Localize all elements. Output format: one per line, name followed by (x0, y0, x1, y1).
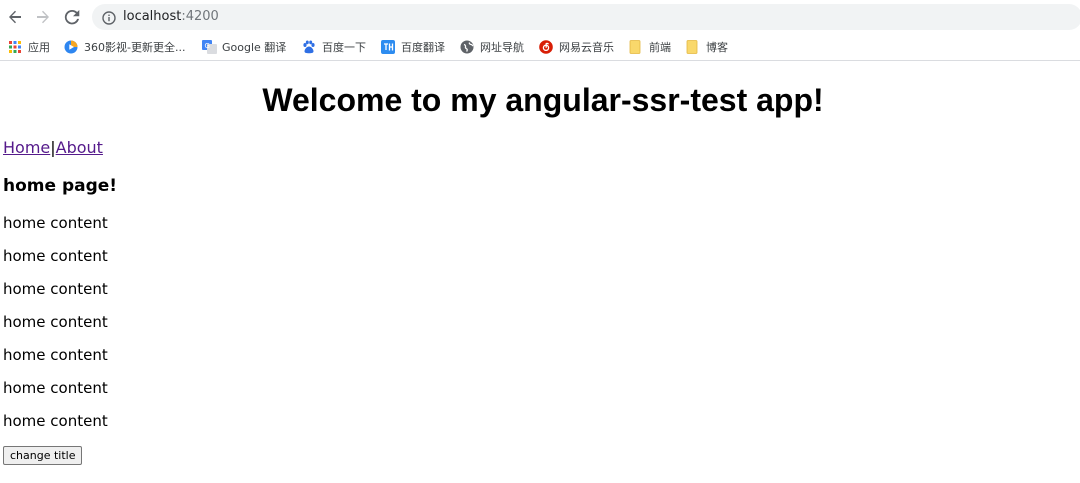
url-text[interactable]: localhost:4200 (123, 8, 219, 26)
content-line: home content (3, 313, 108, 331)
change-title-button[interactable]: change title (3, 446, 83, 465)
content-line: home content (3, 280, 108, 298)
bookmark-google-translate[interactable]: G Google 翻译 (202, 37, 286, 57)
nav-link-about[interactable]: About (56, 138, 103, 157)
content-line: home content (3, 247, 108, 265)
back-arrow-icon[interactable] (4, 6, 26, 28)
bookmark-label: 应用 (28, 41, 50, 54)
bookmark-netease-music[interactable]: 网易云音乐 (539, 37, 614, 57)
bookmark-folder-frontend[interactable]: 前端 (629, 37, 671, 57)
bookmarks-bar: 应用 360影视-更新更全... G Google 翻译 百度一下 百度翻译 网… (0, 33, 1080, 61)
content-line: home content (3, 412, 108, 430)
folder-icon (686, 40, 700, 54)
bookmark-360-video[interactable]: 360影视-更新更全... (64, 37, 185, 57)
apps-grid-icon (8, 40, 22, 54)
page-heading: home page! (3, 176, 118, 196)
page-title: Welcome to my angular-ssr-test app! (262, 82, 824, 118)
url-port: :4200 (181, 9, 219, 24)
content-line: home content (3, 379, 108, 397)
address-bar[interactable]: localhost:4200 (92, 4, 1080, 30)
globe-icon (460, 40, 474, 54)
info-icon[interactable] (102, 10, 116, 25)
forward-arrow-icon[interactable] (32, 6, 54, 28)
content-line: home content (3, 214, 108, 232)
bookmark-label: 博客 (706, 41, 728, 54)
reload-icon[interactable] (61, 6, 83, 28)
browser-toolbar: localhost:4200 (0, 0, 1080, 33)
bookmark-label: 网易云音乐 (559, 41, 614, 54)
folder-icon (629, 40, 643, 54)
bookmark-label: 网址导航 (480, 41, 524, 54)
bookmark-label: Google 翻译 (222, 41, 287, 54)
video-play-icon (64, 40, 78, 54)
app-nav: Home|About (3, 137, 103, 159)
bookmark-label: 百度翻译 (401, 41, 445, 54)
bookmark-label: 360影视-更新更全... (84, 41, 186, 54)
url-host: localhost (123, 9, 182, 24)
bookmark-apps[interactable]: 应用 (8, 37, 50, 57)
page-content: Welcome to my angular-ssr-test app! Home… (0, 62, 1080, 483)
nav-link-home[interactable]: Home (3, 138, 50, 157)
bookmark-baidu[interactable]: 百度一下 (302, 37, 366, 57)
google-translate-icon: G (202, 40, 217, 54)
baidu-translate-icon (381, 40, 395, 54)
bookmark-web-navigation[interactable]: 网址导航 (460, 37, 524, 57)
netease-music-icon (539, 40, 553, 54)
bookmark-label: 前端 (649, 41, 671, 54)
bookmark-baidu-translate[interactable]: 百度翻译 (381, 37, 445, 57)
baidu-paw-icon (302, 40, 316, 54)
svg-text:G: G (205, 42, 210, 50)
content-line: home content (3, 346, 108, 364)
bookmark-label: 百度一下 (322, 41, 366, 54)
bookmark-folder-blog[interactable]: 博客 (686, 37, 728, 57)
